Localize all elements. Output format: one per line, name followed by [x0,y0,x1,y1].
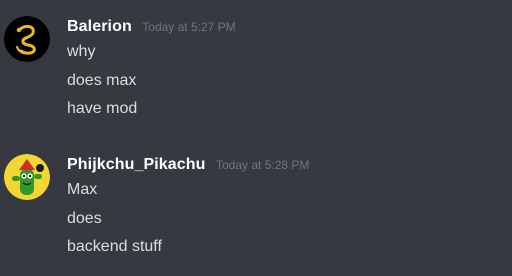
timestamp: Today at 5:27 PM [142,20,236,34]
avatar[interactable] [4,16,50,62]
username[interactable]: Balerion [67,18,132,35]
avatar[interactable] [4,154,50,200]
username[interactable]: Phijkchu_Pikachu [67,156,206,173]
message-header: Balerion Today at 5:27 PM [67,18,236,36]
message-text: backend stuff [67,238,162,255]
message-text: does [67,210,102,227]
message-header: Phijkchu_Pikachu Today at 5:28 PM [67,156,309,174]
message-text: Max [67,181,98,198]
golden-serpent-icon [4,16,50,62]
chat-messages: Balerion Today at 5:27 PM why does max h… [0,0,512,276]
cactus-character-icon [4,154,50,200]
message-text: does max [67,72,137,89]
message-text: why [67,43,96,60]
message-text: have mod [67,100,138,117]
timestamp: Today at 5:28 PM [216,158,310,172]
